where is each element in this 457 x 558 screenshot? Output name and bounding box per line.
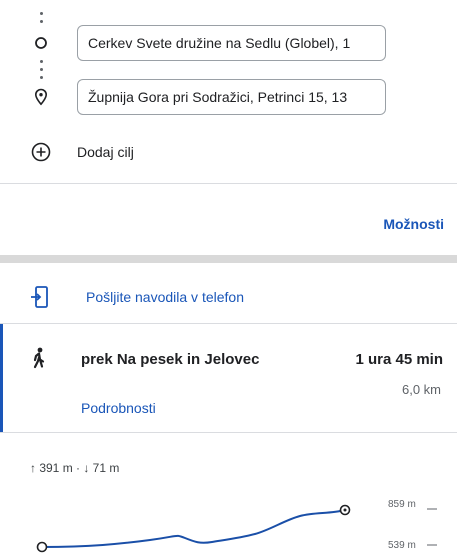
route-dots-middle <box>40 60 43 84</box>
route-card[interactable]: prek Na pesek in Jelovec 1 ura 45 min 6,… <box>0 324 457 432</box>
route-distance: 6,0 km <box>401 382 441 397</box>
add-circle-icon <box>30 141 52 163</box>
max-elevation-label: 859 m <box>388 499 416 510</box>
add-destination-button[interactable]: Dodaj cilj <box>30 139 230 165</box>
send-to-phone-button[interactable]: Pošljite navodila v telefon <box>28 284 328 310</box>
divider <box>0 183 457 184</box>
walking-icon <box>30 347 48 374</box>
section-divider <box>0 255 457 263</box>
add-destination-label: Dodaj cilj <box>77 144 134 160</box>
origin-input[interactable]: Cerkev Svete družine na Sedlu (Globel), … <box>77 25 386 61</box>
elevation-profile-line <box>41 509 346 548</box>
elevation-summary: ↑ 391 m · ↓ 71 m <box>30 461 120 475</box>
destination-input[interactable]: Župnija Gora pri Sodražici, Petrinci 15,… <box>77 79 386 115</box>
send-to-phone-label: Pošljite navodila v telefon <box>86 289 244 305</box>
route-via: prek Na pesek in Jelovec <box>81 351 260 368</box>
min-elevation-label: 539 m <box>388 540 416 551</box>
details-link[interactable]: Podrobnosti <box>81 400 156 416</box>
send-to-phone-icon <box>28 285 52 309</box>
route-duration: 1 ura 45 min <box>355 351 443 368</box>
selected-route-indicator <box>0 324 3 432</box>
elevation-start-marker <box>36 541 48 553</box>
route-dots-top <box>40 12 43 28</box>
origin-circle-icon <box>34 36 48 55</box>
divider <box>0 432 457 433</box>
options-link[interactable]: Možnosti <box>383 216 444 232</box>
destination-pin-icon <box>33 88 49 111</box>
